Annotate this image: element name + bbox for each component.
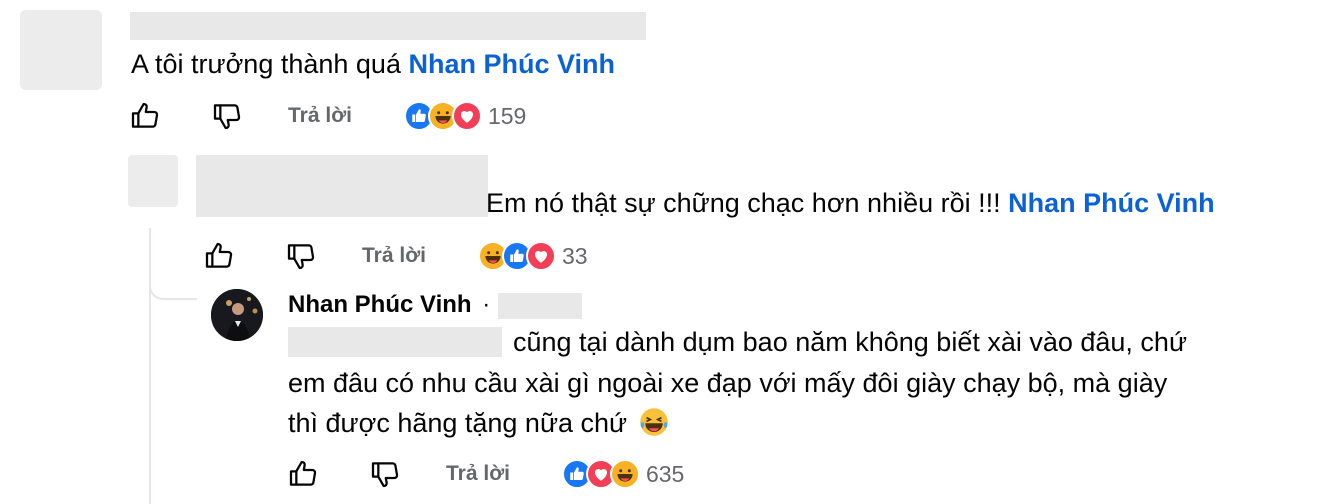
comment-actions: Trả lời 159 xyxy=(128,96,526,136)
author-name[interactable]: Nhan Phúc Vinh · xyxy=(288,291,490,319)
mention-link[interactable]: Nhan Phúc Vinh xyxy=(408,49,615,79)
comment-actions: Trả lời 33 xyxy=(202,236,588,276)
commenter-name-redacted[interactable] xyxy=(130,12,646,40)
comment-body: Em nó thật sự chững chạc hơn nhiều rồi !… xyxy=(486,185,1215,221)
love-reaction-icon xyxy=(451,101,482,131)
thumbs-down-outline-icon[interactable] xyxy=(284,239,318,273)
laughing-tears-emoji-icon xyxy=(639,407,669,437)
comment-text: thì được hãng tặng nữa chứ xyxy=(288,408,628,438)
thumbs-up-outline-icon[interactable] xyxy=(128,99,162,133)
thumbs-down-outline-icon[interactable] xyxy=(368,457,402,491)
comment-text: A tôi trưởng thành quá xyxy=(131,49,409,79)
comment-body: A tôi trưởng thành quá Nhan Phúc Vinh xyxy=(131,46,615,82)
comment-text: Em nó thật sự chững chạc hơn nhiều rồi !… xyxy=(486,188,1009,218)
reaction-summary[interactable] xyxy=(477,241,556,271)
reaction-count[interactable]: 159 xyxy=(488,103,526,130)
comment-line-last: thì được hãng tặng nữa chứ xyxy=(288,405,669,441)
comment-line: cũng tại dành dụm bao năm không biết xài… xyxy=(513,327,1188,357)
reply-button[interactable]: Trả lời xyxy=(288,104,352,128)
mention-link[interactable]: Nhan Phúc Vinh xyxy=(1008,188,1215,218)
tagged-user-redacted[interactable] xyxy=(288,327,502,357)
thread-connector-curve xyxy=(149,270,197,300)
commenter-avatar-redacted[interactable] xyxy=(20,10,102,90)
reply-button[interactable]: Trả lời xyxy=(362,244,426,268)
comment-actions: Trả lời 635 xyxy=(286,454,684,494)
reaction-summary[interactable] xyxy=(561,459,640,489)
thumbs-up-outline-icon[interactable] xyxy=(202,239,236,273)
thumbs-down-outline-icon[interactable] xyxy=(210,99,244,133)
timestamp-redacted[interactable] xyxy=(498,293,582,319)
reaction-count[interactable]: 635 xyxy=(646,461,684,488)
thumbs-up-outline-icon[interactable] xyxy=(286,457,320,491)
reply-button[interactable]: Trả lời xyxy=(446,462,510,486)
comment-line: em đâu có nhu cầu xài gì ngoài xe đạp vớ… xyxy=(288,368,1168,398)
commenter-avatar-redacted[interactable] xyxy=(128,155,178,207)
haha-reaction-icon xyxy=(609,459,640,489)
reaction-count[interactable]: 33 xyxy=(562,243,588,270)
separator-dot: · xyxy=(482,291,491,318)
reaction-summary[interactable] xyxy=(403,101,482,131)
love-reaction-icon xyxy=(525,241,556,271)
author-avatar[interactable] xyxy=(211,289,263,341)
commenter-name-redacted[interactable] xyxy=(196,155,488,217)
